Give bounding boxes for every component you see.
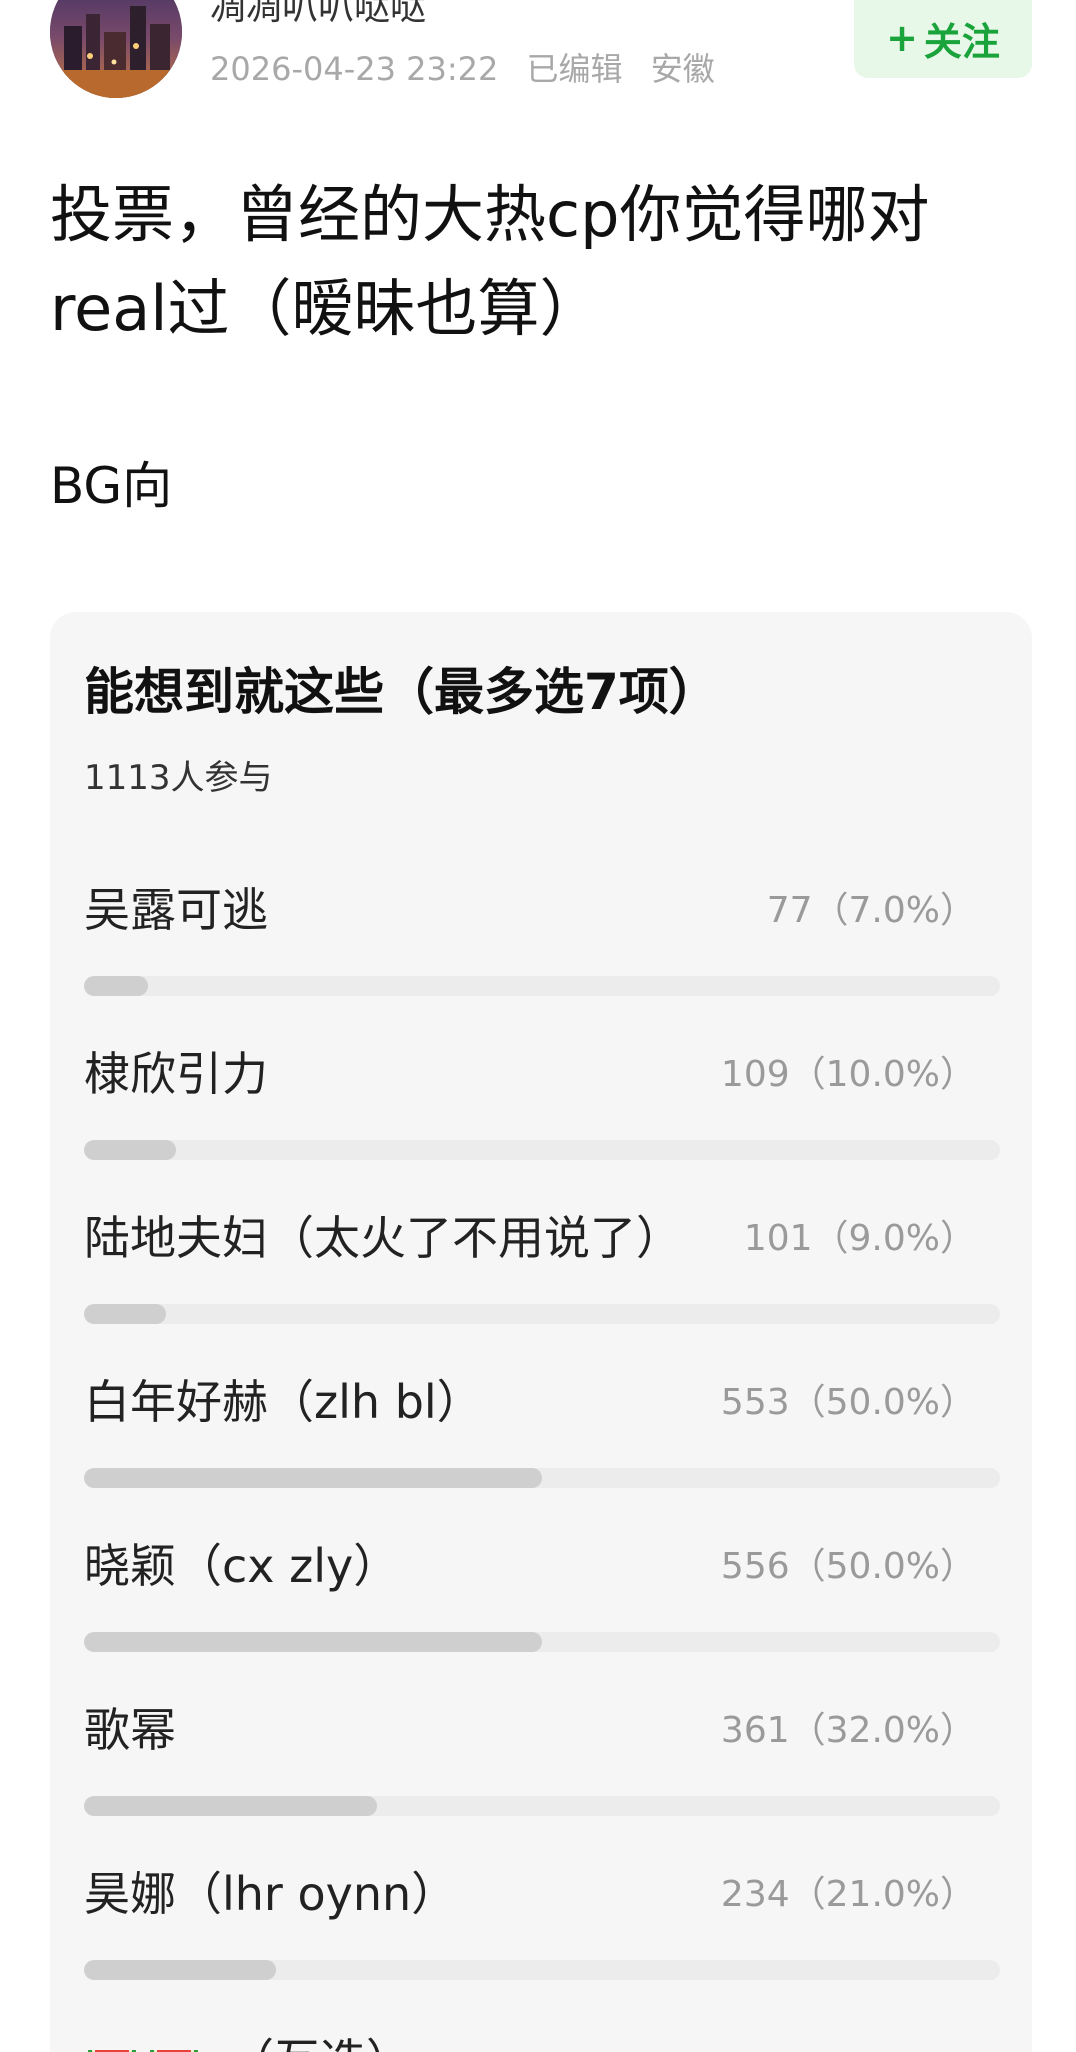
- poll-option-votes: 101（9.0%）: [743, 1218, 976, 1259]
- poll-option-bar: [84, 976, 1000, 996]
- poll-option-bar-fill: [84, 1304, 167, 1324]
- poll-option-label: 歌幂: [84, 1703, 176, 1757]
- poll-option[interactable]: 陆地夫妇（太火了不用说了） 101（9.0%）: [84, 1208, 1000, 1372]
- poll-option-bar: [84, 1140, 1000, 1160]
- poll-option-label: 昊娜（lhr oynn）: [84, 1867, 458, 1921]
- poll-option-votes: 556（50.0%）: [720, 1546, 976, 1587]
- poll-option-bar: [84, 1632, 1000, 1652]
- poll-title: 能想到就这些（最多选7项）: [84, 663, 719, 721]
- post-title: 投票，曾经的大热cp你觉得哪对real过（暧昧也算）: [50, 178, 930, 345]
- poll-option-bar-fill: [84, 1632, 542, 1652]
- poll-card: 能想到就这些（最多选7项） 1113人参与 吴露可逃 77（7.0%） 棣欣引力…: [50, 612, 1032, 2052]
- follow-button[interactable]: + 关注: [854, 0, 1032, 78]
- poll-option-bar: [84, 1796, 1000, 1816]
- poll-option-votes: 77（7.0%）: [766, 890, 976, 931]
- username[interactable]: 凋凋叭叭哒哒: [210, 0, 426, 30]
- poll-option-bar-fill: [84, 1796, 378, 1816]
- poll-option-bar-fill: [84, 976, 149, 996]
- poll-option-label: 吴露可逃: [84, 883, 268, 937]
- avatar-image: [50, 0, 182, 98]
- poll-option-label: 白年好赫（zlh bl）: [84, 1375, 483, 1429]
- poll-option-votes: 553（50.0%）: [720, 1382, 976, 1423]
- poll-option[interactable]: 吴露可逃 77（7.0%）: [84, 880, 1000, 1044]
- poll-option[interactable]: 晓颖（cx zly） 556（50.0%）: [84, 1536, 1000, 1700]
- plus-icon: +: [886, 16, 918, 60]
- post-location: 安徽: [650, 50, 715, 88]
- poll-option[interactable]: 棣欣引力 109（10.0%）: [84, 1044, 1000, 1208]
- poll-option-votes: 361（32.0%）: [720, 1710, 976, 1751]
- poll-option[interactable]: 歌幂 361（32.0%）: [84, 1700, 1000, 1864]
- poll-participants: 1113人参与: [84, 758, 273, 798]
- follow-label: 关注: [923, 19, 1000, 64]
- poll-option-bar-fill: [84, 1140, 176, 1160]
- post-meta: 2026-04-23 23:22 已编辑 安徽: [210, 44, 733, 90]
- poll-option-bar: [84, 1960, 1000, 1980]
- poll-option-label: （互选）: [228, 2025, 412, 2052]
- poll-option-bar: [84, 1304, 1000, 1324]
- poll-option-label: 晓颖（cx zly）: [84, 1539, 400, 1593]
- poll-option[interactable]: 昊娜（lhr oynn） 234（21.0%）: [84, 1864, 1000, 2028]
- post-page: 凋凋叭叭哒哒 2026-04-23 23:22 已编辑 安徽 + 关注 投票，曾…: [0, 0, 1076, 2052]
- poll-option-label: 棣欣引力: [84, 1047, 268, 1101]
- poll-option-votes: 109（10.0%）: [720, 1054, 976, 1095]
- poll-option-label: 陆地夫妇（太火了不用说了）: [84, 1211, 682, 1265]
- avatar[interactable]: [50, 0, 182, 98]
- poll-option-votes: 234（21.0%）: [720, 1874, 976, 1915]
- watermelon-icon: [150, 2050, 198, 2052]
- post-body: BG向: [50, 457, 173, 515]
- poll-option-partial[interactable]: （互选）: [84, 2028, 412, 2052]
- poll-option-bar-fill: [84, 1468, 542, 1488]
- poll-option-bar-fill: [84, 1960, 277, 1980]
- post-timestamp: 2026-04-23 23:22: [210, 50, 499, 88]
- poll-option-bar: [84, 1468, 1000, 1488]
- poll-option[interactable]: 白年好赫（zlh bl） 553（50.0%）: [84, 1372, 1000, 1536]
- edited-label: 已编辑: [526, 50, 623, 88]
- watermelon-icon: [88, 2050, 136, 2052]
